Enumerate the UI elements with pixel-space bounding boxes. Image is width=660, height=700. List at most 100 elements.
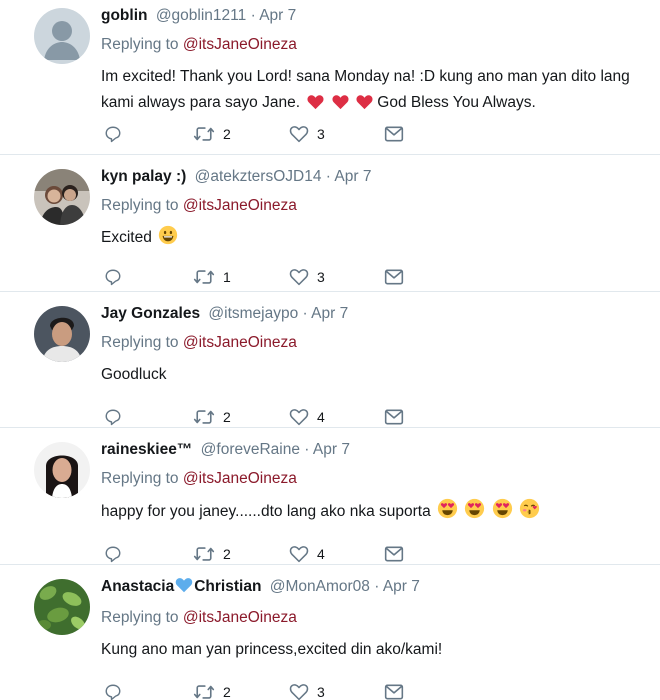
display-name[interactable]: kyn palay :) <box>101 168 186 185</box>
envelope-icon <box>384 684 404 700</box>
like-button[interactable]: 3 <box>289 124 325 144</box>
tweet-date[interactable]: Apr 7 <box>383 578 420 595</box>
reply-icon <box>105 546 121 563</box>
direct-message-button[interactable] <box>384 544 404 564</box>
separator-dot: · <box>325 168 331 185</box>
retweet-button[interactable]: 2 <box>193 407 231 427</box>
retweet-button[interactable]: 2 <box>193 124 231 144</box>
reply-icon <box>105 269 121 286</box>
replying-to: Replying to @itsJaneOineza <box>101 469 650 489</box>
retweet-count: 2 <box>223 126 231 142</box>
tweet[interactable]: raineskiee™ @foreveRaine · Apr 7 Replyin… <box>0 428 660 565</box>
envelope-icon <box>384 269 404 285</box>
tweet-text: Goodluck <box>101 362 650 388</box>
avatar[interactable] <box>34 579 90 635</box>
user-handle[interactable]: @foreveRaine <box>201 441 300 458</box>
like-button[interactable]: 4 <box>289 407 325 427</box>
user-handle[interactable]: @itsmejaypo <box>208 305 298 322</box>
mention-link[interactable]: @itsJaneOineza <box>183 36 297 53</box>
retweet-button[interactable]: 1 <box>193 267 231 287</box>
like-button[interactable]: 3 <box>289 682 325 700</box>
tweet-text: Kung ano man yan princess,excited din ak… <box>101 637 650 663</box>
tweet[interactable]: Jay Gonzales @itsmejaypo · Apr 7 Replyin… <box>0 292 660 428</box>
tweet-actions: 2 3 <box>101 682 431 700</box>
avatar-photo-icon <box>34 579 90 635</box>
display-name[interactable]: raineskiee™ <box>101 441 192 458</box>
heart-icon <box>289 684 309 700</box>
like-count: 4 <box>317 409 325 425</box>
heart-eyes-emoji-icon <box>437 498 458 528</box>
retweet-icon <box>193 410 215 424</box>
retweet-button[interactable]: 2 <box>193 682 231 700</box>
avatar[interactable] <box>34 306 90 362</box>
avatar[interactable] <box>34 442 90 498</box>
tweet-date[interactable]: Apr 7 <box>259 7 296 24</box>
heart-eyes-emoji-icon <box>464 498 485 528</box>
tweet[interactable]: goblin @goblin1211 · Apr 7 Replying to @… <box>0 0 660 155</box>
tweet-text-part: God Bless You Always. <box>377 94 536 111</box>
user-handle[interactable]: @atekztersOJD14 <box>195 168 322 185</box>
retweet-button[interactable]: 2 <box>193 544 231 564</box>
display-name-part: Anastacia <box>101 578 175 595</box>
retweet-icon <box>193 547 215 561</box>
retweet-count: 1 <box>223 269 231 285</box>
reply-feed: goblin @goblin1211 · Apr 7 Replying to @… <box>0 0 660 700</box>
replying-to-label: Replying to <box>101 470 179 487</box>
kissing-face-emoji-icon <box>519 498 540 528</box>
replying-to-label: Replying to <box>101 36 179 53</box>
heart-icon <box>289 126 309 143</box>
tweet-text: happy for you janey......dto lang ako nk… <box>101 498 650 528</box>
display-name[interactable]: goblin <box>101 7 148 24</box>
retweet-icon <box>193 685 215 699</box>
mention-link[interactable]: @itsJaneOineza <box>183 470 297 487</box>
tweet-actions: 2 4 <box>101 544 431 564</box>
like-count: 3 <box>317 684 325 700</box>
reply-button[interactable] <box>104 407 122 427</box>
tweet[interactable]: Anastacia Christian @MonAmor08 · Apr 7 Re… <box>0 565 660 700</box>
display-name[interactable]: Anastacia Christian <box>101 578 261 595</box>
like-count: 4 <box>317 546 325 562</box>
tweet[interactable]: kyn palay :) @atekztersOJD14 · Apr 7 Rep… <box>0 155 660 292</box>
replying-to: Replying to @itsJaneOineza <box>101 35 650 55</box>
tweet-header: raineskiee™ @foreveRaine · Apr 7 <box>101 440 650 460</box>
tweet-header: goblin @goblin1211 · Apr 7 <box>101 6 650 26</box>
tweet-date[interactable]: Apr 7 <box>334 168 371 185</box>
direct-message-button[interactable] <box>384 124 404 144</box>
user-handle[interactable]: @goblin1211 <box>156 7 246 24</box>
like-button[interactable]: 4 <box>289 544 325 564</box>
mention-link[interactable]: @itsJaneOineza <box>183 334 297 351</box>
tweet-text-part: Excited <box>101 229 152 246</box>
envelope-icon <box>384 126 404 142</box>
reply-button[interactable] <box>104 124 122 144</box>
replying-to-label: Replying to <box>101 334 179 351</box>
heart-icon <box>289 546 309 563</box>
display-name[interactable]: Jay Gonzales <box>101 305 200 322</box>
reply-button[interactable] <box>104 267 122 287</box>
blue-heart-emoji-icon <box>175 577 193 599</box>
direct-message-button[interactable] <box>384 407 404 427</box>
red-heart-emoji-icon <box>356 93 373 119</box>
avatar[interactable] <box>34 169 90 225</box>
tweet-actions: 2 4 <box>101 407 431 427</box>
replying-to-label: Replying to <box>101 609 179 626</box>
like-button[interactable]: 3 <box>289 267 325 287</box>
direct-message-button[interactable] <box>384 267 404 287</box>
reply-button[interactable] <box>104 682 122 700</box>
heart-eyes-emoji-icon <box>492 498 513 528</box>
mention-link[interactable]: @itsJaneOineza <box>183 197 297 214</box>
avatar-default[interactable] <box>34 8 90 64</box>
mention-link[interactable]: @itsJaneOineza <box>183 609 297 626</box>
grinning-face-emoji-icon <box>158 225 178 254</box>
tweet-header: Anastacia Christian @MonAmor08 · Apr 7 <box>101 577 650 599</box>
display-name-part: Christian <box>194 578 262 595</box>
envelope-icon <box>384 546 404 562</box>
direct-message-button[interactable] <box>384 682 404 700</box>
user-handle[interactable]: @MonAmor08 <box>270 578 370 595</box>
avatar-photo-icon <box>34 169 90 225</box>
tweet-date[interactable]: Apr 7 <box>311 305 348 322</box>
retweet-count: 2 <box>223 684 231 700</box>
reply-button[interactable] <box>104 544 122 564</box>
tweet-date[interactable]: Apr 7 <box>313 441 350 458</box>
separator-dot: · <box>304 441 310 458</box>
reply-icon <box>105 126 121 143</box>
